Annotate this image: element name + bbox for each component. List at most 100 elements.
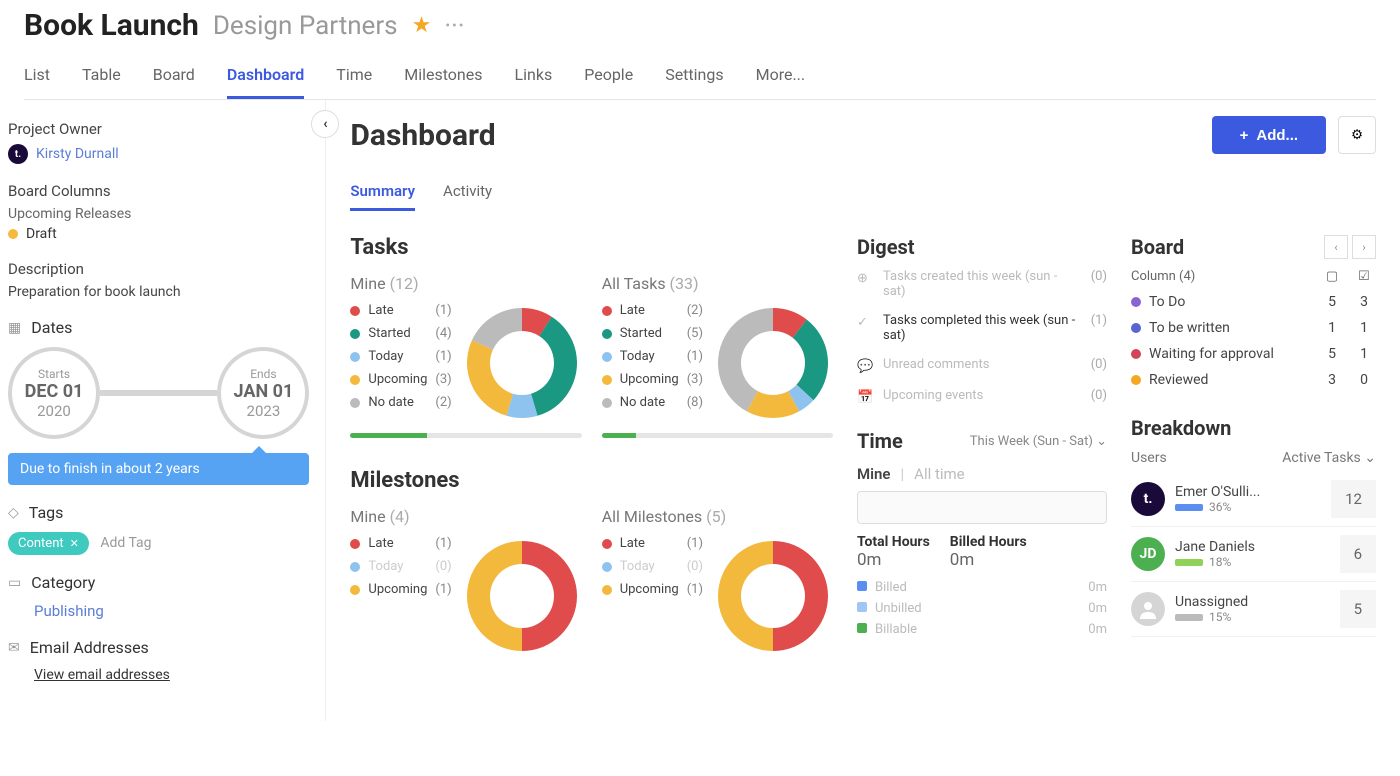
- pct-bar: [1175, 504, 1203, 511]
- board-title: Board: [1131, 235, 1184, 259]
- time-tab-mine[interactable]: Mine: [857, 465, 890, 483]
- add-button[interactable]: + Add...: [1212, 116, 1326, 154]
- task-item[interactable]: Late (2): [602, 303, 703, 318]
- tab-people[interactable]: People: [584, 57, 633, 99]
- tab-more[interactable]: More...: [756, 57, 806, 99]
- board-dot: [1131, 349, 1141, 359]
- tab-activity[interactable]: Activity: [443, 178, 492, 211]
- more-icon[interactable]: •••: [445, 18, 465, 34]
- task-item[interactable]: Today (0): [350, 559, 451, 574]
- task-item[interactable]: Today (0): [602, 559, 703, 574]
- bill-swatch: [857, 602, 867, 612]
- project-title: Book Launch: [24, 8, 199, 43]
- bill-item: Billable0m: [857, 622, 1107, 637]
- tab-settings[interactable]: Settings: [665, 57, 723, 99]
- board-row[interactable]: To Do 5 3: [1131, 294, 1376, 310]
- status-dot: [602, 306, 612, 316]
- pct-bar: [1175, 614, 1203, 621]
- milestones-title: Milestones: [350, 468, 833, 493]
- task-item[interactable]: No date (2): [350, 395, 451, 410]
- task-item[interactable]: Late (1): [350, 303, 451, 318]
- digest-item[interactable]: 📅 Upcoming events (0): [857, 388, 1107, 405]
- time-week-selector[interactable]: This Week (Sun - Sat) ⌄: [970, 434, 1107, 449]
- breakdown-item[interactable]: JD Jane Daniels 18% 6: [1131, 527, 1376, 582]
- tab-board[interactable]: Board: [153, 57, 195, 99]
- category-value[interactable]: Publishing: [34, 602, 309, 620]
- task-item[interactable]: Started (5): [602, 326, 703, 341]
- breakdown-item[interactable]: Unassigned 15% 5: [1131, 582, 1376, 637]
- status-dot: [602, 329, 612, 339]
- task-item[interactable]: Upcoming (3): [350, 372, 451, 387]
- all-miles-head: All Milestones (5): [602, 507, 833, 526]
- task-item[interactable]: Late (1): [602, 536, 703, 551]
- tags-label: Tags: [29, 503, 64, 522]
- tag-icon: ◇: [8, 505, 19, 521]
- desc-label: Description: [8, 260, 309, 278]
- digest-item[interactable]: ⊕ Tasks created this week (sun - sat) (0…: [857, 269, 1107, 299]
- users-label: Users: [1131, 450, 1167, 466]
- email-link[interactable]: View email addresses: [34, 667, 309, 683]
- draft-label: Draft: [26, 226, 57, 242]
- star-icon[interactable]: ★: [412, 13, 432, 38]
- task-item[interactable]: Today (1): [350, 349, 451, 364]
- bill-rows: Billed0mUnbilled0mBillable0m: [857, 580, 1107, 637]
- board-row[interactable]: To be written 1 1: [1131, 320, 1376, 336]
- all-task-list: Late (2) Started (5) Today (1) Upcoming …: [602, 303, 703, 423]
- tab-links[interactable]: Links: [515, 57, 553, 99]
- task-item[interactable]: Upcoming (1): [350, 582, 451, 597]
- date-connector: [100, 390, 217, 396]
- mine-tasks-head: Mine (12): [350, 274, 581, 293]
- bill-swatch: [857, 623, 867, 633]
- board-cols-label: Board Columns: [8, 182, 309, 200]
- all-miles-donut: [713, 536, 833, 656]
- end-date[interactable]: Ends JAN 01 2023: [217, 347, 309, 439]
- folder-icon: ▭: [8, 575, 21, 591]
- tab-time[interactable]: Time: [336, 57, 372, 99]
- tab-summary[interactable]: Summary: [350, 178, 415, 211]
- tab-milestones[interactable]: Milestones: [404, 57, 482, 99]
- add-tag[interactable]: Add Tag: [100, 535, 151, 551]
- tag-content[interactable]: Content ✕: [8, 532, 89, 555]
- tab-dashboard[interactable]: Dashboard: [227, 57, 304, 99]
- calendar-icon: ▦: [8, 320, 21, 336]
- owner-name[interactable]: Kirsty Durnall: [36, 146, 119, 162]
- board-col-label: Column (4): [1131, 269, 1312, 284]
- email-icon: ✉: [8, 640, 20, 656]
- email-label: Email Addresses: [30, 638, 149, 657]
- start-date[interactable]: Starts DEC 01 2020: [8, 347, 100, 439]
- active-tasks-selector[interactable]: Active Tasks ⌄: [1282, 450, 1376, 466]
- tag-remove-icon[interactable]: ✕: [70, 537, 79, 550]
- task-item[interactable]: Upcoming (1): [602, 582, 703, 597]
- task-item[interactable]: Today (1): [602, 349, 703, 364]
- board-prev[interactable]: ‹: [1324, 235, 1348, 259]
- tab-list[interactable]: List: [24, 57, 50, 99]
- board-row[interactable]: Reviewed 3 0: [1131, 372, 1376, 388]
- task-item[interactable]: Upcoming (3): [602, 372, 703, 387]
- tab-table[interactable]: Table: [82, 57, 121, 99]
- category-label: Category: [31, 573, 95, 592]
- settings-button[interactable]: ⚙: [1338, 116, 1376, 154]
- status-dot: [602, 398, 612, 408]
- digest-item[interactable]: 💬 Unread comments (0): [857, 357, 1107, 374]
- card-icon: ▢: [1320, 269, 1344, 284]
- breakdown-item[interactable]: t. Emer O'Sulli... 36% 12: [1131, 472, 1376, 527]
- task-item[interactable]: Started (4): [350, 326, 451, 341]
- board-dot: [1131, 375, 1141, 385]
- board-row[interactable]: Waiting for approval 5 1: [1131, 346, 1376, 362]
- owner-avatar: t.: [8, 144, 28, 164]
- total-hours-value: 0m: [857, 550, 930, 570]
- time-tab-all[interactable]: All time: [914, 465, 964, 483]
- board-dot: [1131, 323, 1141, 333]
- billed-hours-label: Billed Hours: [950, 534, 1027, 550]
- time-input[interactable]: [857, 491, 1107, 524]
- board-next[interactable]: ›: [1352, 235, 1376, 259]
- task-item[interactable]: No date (8): [602, 395, 703, 410]
- breakdown-list: t. Emer O'Sulli... 36% 12JD Jane Daniels…: [1131, 472, 1376, 637]
- bill-item: Unbilled0m: [857, 601, 1107, 616]
- board-dot: [1131, 297, 1141, 307]
- task-item[interactable]: Late (1): [350, 536, 451, 551]
- time-title: Time: [857, 429, 903, 453]
- status-dot: [350, 398, 360, 408]
- digest-item[interactable]: ✓ Tasks completed this week (sun - sat) …: [857, 313, 1107, 343]
- draft-dot: [8, 229, 18, 239]
